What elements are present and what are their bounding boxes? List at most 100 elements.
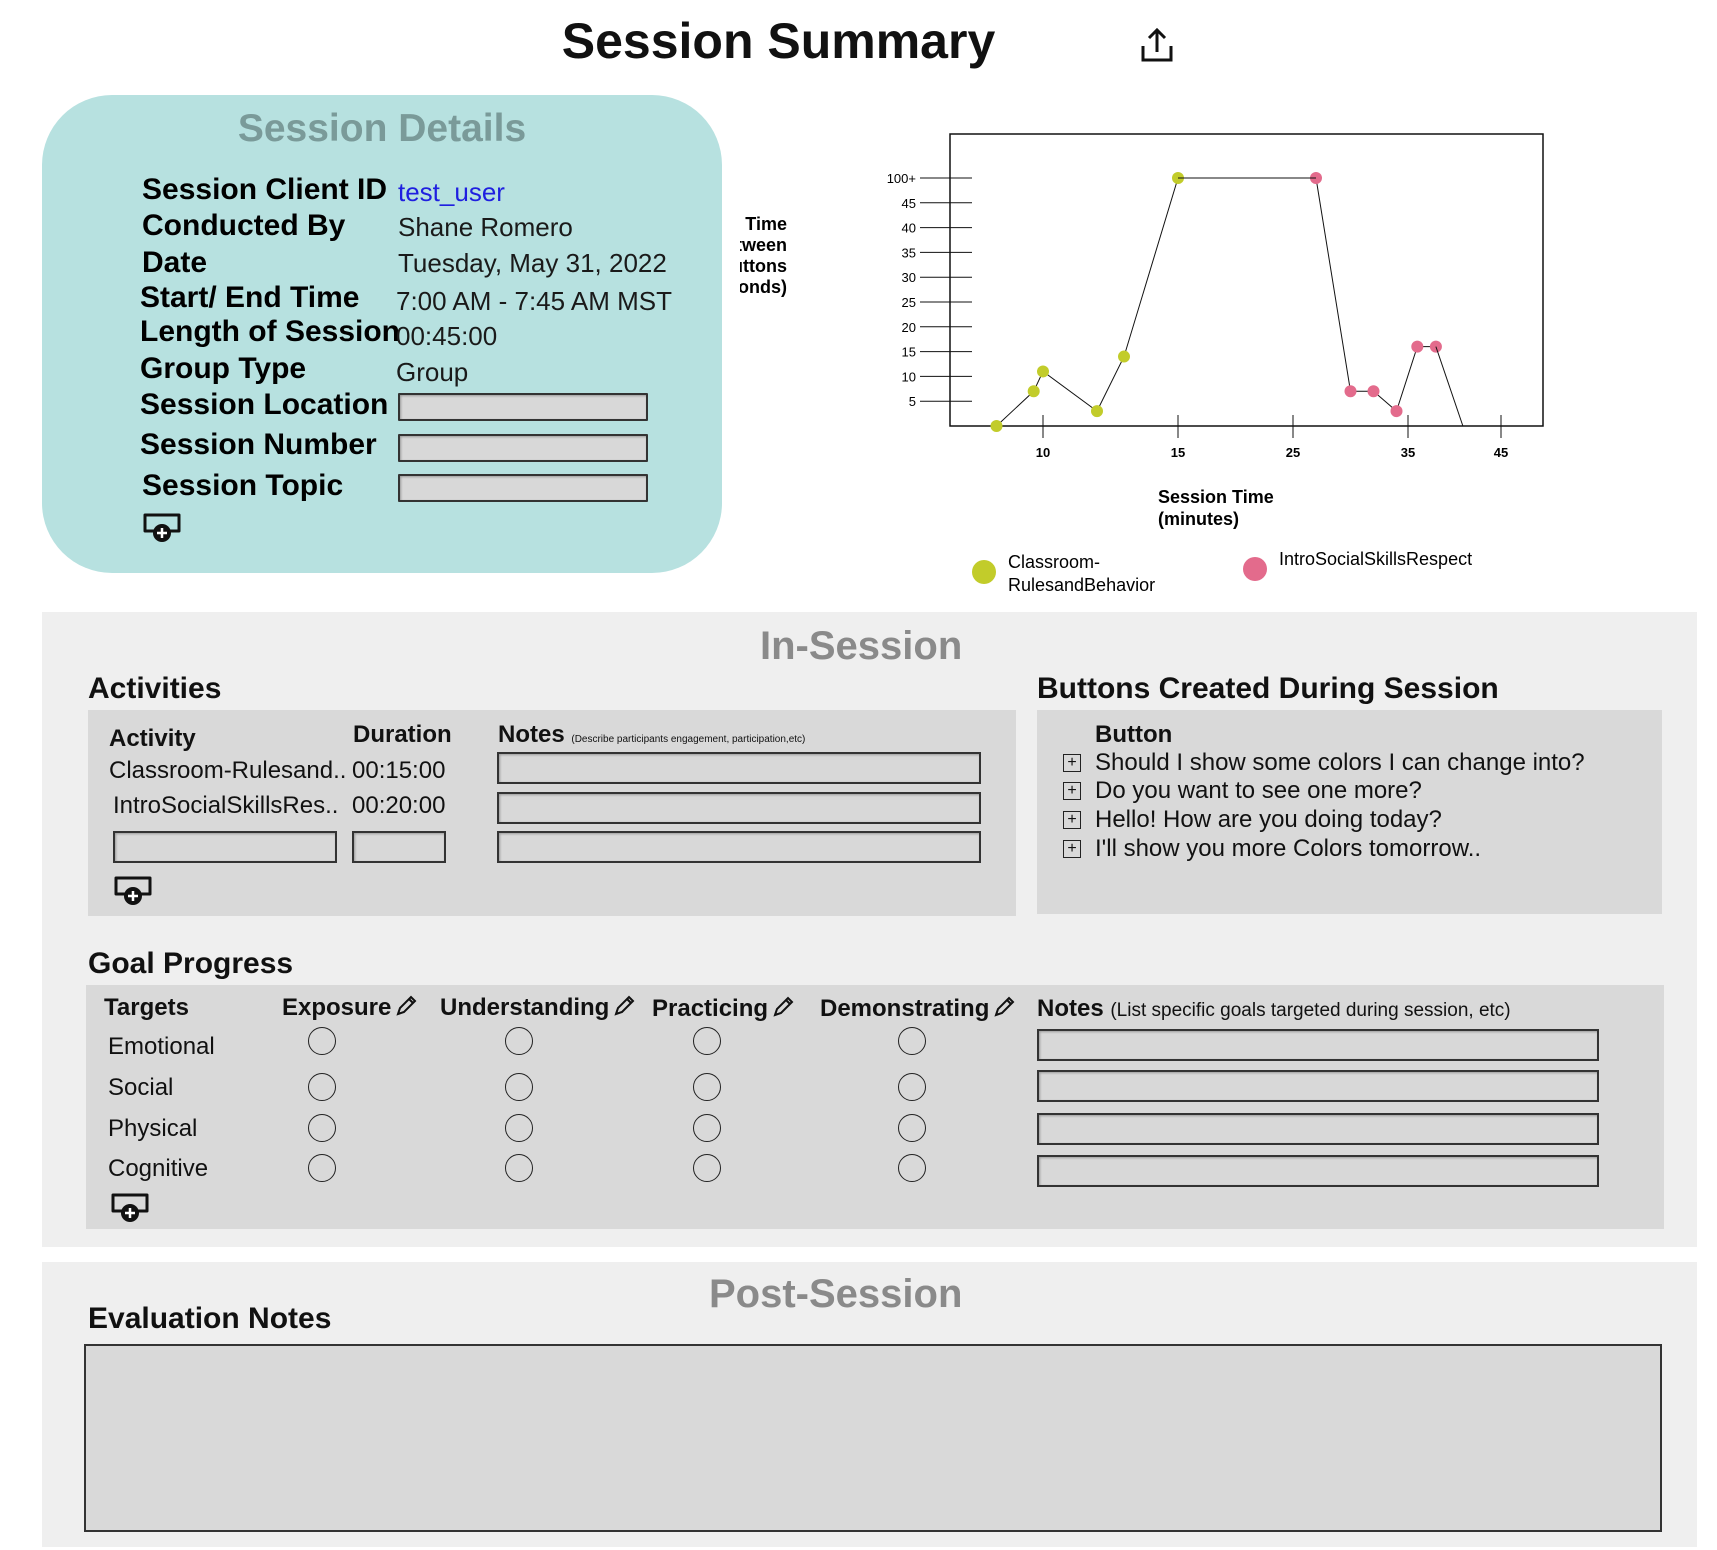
session-details-card: Session Details Session Client ID test_u… — [42, 95, 722, 573]
button-item: Do you want to see one more? — [1095, 777, 1422, 804]
practicing-radio[interactable] — [693, 1073, 721, 1101]
add-activity-icon[interactable] — [113, 875, 153, 907]
group-type-label: Group Type — [140, 352, 307, 385]
post-session-panel: Post-Session Evaluation Notes — [42, 1262, 1697, 1547]
activities-table: Activity Duration Notes (Describe partic… — [88, 710, 1016, 916]
buttons-created-heading: Buttons Created During Session — [1037, 672, 1499, 705]
activity-name: Classroom-Rulesand.. — [109, 757, 347, 784]
start-end-time-label: Start/ End Time — [140, 281, 360, 314]
practicing-radio[interactable] — [693, 1154, 721, 1182]
date-label: Date — [142, 246, 208, 279]
exposure-radio[interactable] — [308, 1073, 336, 1101]
practicing-radio[interactable] — [693, 1114, 721, 1142]
goal-notes-input[interactable] — [1037, 1070, 1599, 1102]
expand-icon[interactable]: + — [1063, 811, 1081, 829]
session-number-label: Session Number — [140, 428, 377, 461]
expand-icon[interactable]: + — [1063, 840, 1081, 858]
series-tail — [1435, 346, 1464, 427]
evaluation-notes-textarea[interactable] — [84, 1344, 1662, 1532]
y-axis-label: (seconds) — [740, 277, 787, 297]
legend-label: RulesandBehavior — [1008, 575, 1155, 595]
understanding-radio[interactable] — [505, 1154, 533, 1182]
demonstrating-radio[interactable] — [898, 1114, 926, 1142]
data-point — [990, 420, 1003, 432]
x-tick-label: 10 — [1036, 445, 1050, 460]
expand-icon[interactable]: + — [1063, 754, 1081, 772]
activity-duration: 00:15:00 — [352, 757, 446, 784]
x-tick-label: 35 — [1401, 445, 1415, 460]
legend-marker — [972, 560, 996, 584]
goal-notes-input[interactable] — [1037, 1113, 1599, 1145]
share-icon[interactable] — [1138, 26, 1176, 66]
activity-notes-input[interactable] — [497, 792, 981, 824]
notes-column-header: Notes (Describe participants engagement,… — [498, 721, 806, 748]
exposure-radio[interactable] — [308, 1154, 336, 1182]
goal-notes-input[interactable] — [1037, 1155, 1599, 1187]
session-number-input[interactable] — [398, 434, 648, 462]
understanding-radio[interactable] — [505, 1027, 533, 1055]
session-length-label: Length of Session — [140, 315, 401, 348]
demonstrating-radio[interactable] — [898, 1027, 926, 1055]
pencil-icon[interactable] — [613, 995, 635, 1017]
add-field-icon[interactable] — [142, 512, 182, 544]
new-activity-notes-input[interactable] — [497, 831, 981, 863]
y-tick-label: 20 — [902, 320, 916, 335]
goal-notes-input[interactable] — [1037, 1029, 1599, 1061]
in-session-panel: In-Session Activities Activity Duration … — [42, 612, 1697, 1247]
duration-column-header: Duration — [353, 721, 452, 748]
pencil-icon[interactable] — [772, 996, 794, 1018]
in-session-heading: In-Session — [760, 624, 963, 668]
y-tick-label: 40 — [902, 221, 916, 236]
new-duration-input[interactable] — [352, 831, 446, 863]
legend-marker — [1243, 557, 1267, 581]
legend-label: Classroom- — [1008, 552, 1100, 572]
client-id-link[interactable]: test_user — [398, 177, 505, 208]
y-tick-label: 10 — [902, 369, 916, 384]
goal-notes-column-header: Notes (List specific goals targeted duri… — [1037, 995, 1511, 1022]
add-target-icon[interactable] — [110, 1192, 150, 1224]
demonstrating-radio[interactable] — [898, 1154, 926, 1182]
session-location-input[interactable] — [398, 393, 648, 421]
buttons-created-list: Button + Should I show some colors I can… — [1037, 710, 1662, 914]
conducted-by-value: Shane Romero — [398, 212, 573, 242]
understanding-column-header: Understanding — [440, 994, 635, 1022]
demonstrating-column-header: Demonstrating — [820, 995, 1015, 1023]
goal-progress-table: Targets Exposure Understanding Practicin… — [86, 985, 1664, 1229]
legend-label: IntroSocialSkillsRespect — [1279, 549, 1472, 569]
pencil-icon[interactable] — [395, 995, 417, 1017]
series-line — [1315, 177, 1436, 412]
notes-column-hint: (Describe participants engagement, parti… — [571, 734, 806, 745]
activity-notes-input[interactable] — [497, 752, 981, 784]
practicing-column-header: Practicing — [652, 995, 794, 1023]
x-tick-label: 25 — [1286, 445, 1300, 460]
session-topic-input[interactable] — [398, 474, 648, 502]
target-label: Emotional — [108, 1033, 215, 1060]
y-tick-label: 45 — [902, 196, 916, 211]
button-item: Should I show some colors I can change i… — [1095, 749, 1585, 776]
series-line — [996, 177, 1179, 427]
target-label: Physical — [108, 1115, 198, 1142]
demonstrating-radio[interactable] — [898, 1073, 926, 1101]
conducted-by-label: Conducted By — [142, 209, 346, 242]
group-type-value: Group — [396, 357, 469, 387]
y-axis-label: Between — [740, 235, 787, 255]
data-point — [1390, 405, 1403, 418]
expand-icon[interactable]: + — [1063, 782, 1081, 800]
practicing-radio[interactable] — [693, 1027, 721, 1055]
pencil-icon[interactable] — [993, 996, 1015, 1018]
understanding-radio[interactable] — [505, 1114, 533, 1142]
session-topic-label: Session Topic — [142, 469, 344, 502]
data-point — [1027, 385, 1040, 398]
exposure-radio[interactable] — [308, 1114, 336, 1142]
y-tick-label: 25 — [902, 295, 916, 310]
y-tick-label: 5 — [909, 394, 916, 409]
understanding-radio[interactable] — [505, 1073, 533, 1101]
x-tick-label: 45 — [1494, 445, 1508, 460]
targets-column-header: Targets — [104, 994, 189, 1021]
new-activity-input[interactable] — [113, 831, 337, 863]
data-point — [1344, 385, 1357, 398]
activity-column-header: Activity — [109, 725, 196, 752]
y-tick-label: 15 — [902, 345, 916, 360]
exposure-radio[interactable] — [308, 1027, 336, 1055]
session-length-value: 00:45:00 — [396, 321, 498, 351]
